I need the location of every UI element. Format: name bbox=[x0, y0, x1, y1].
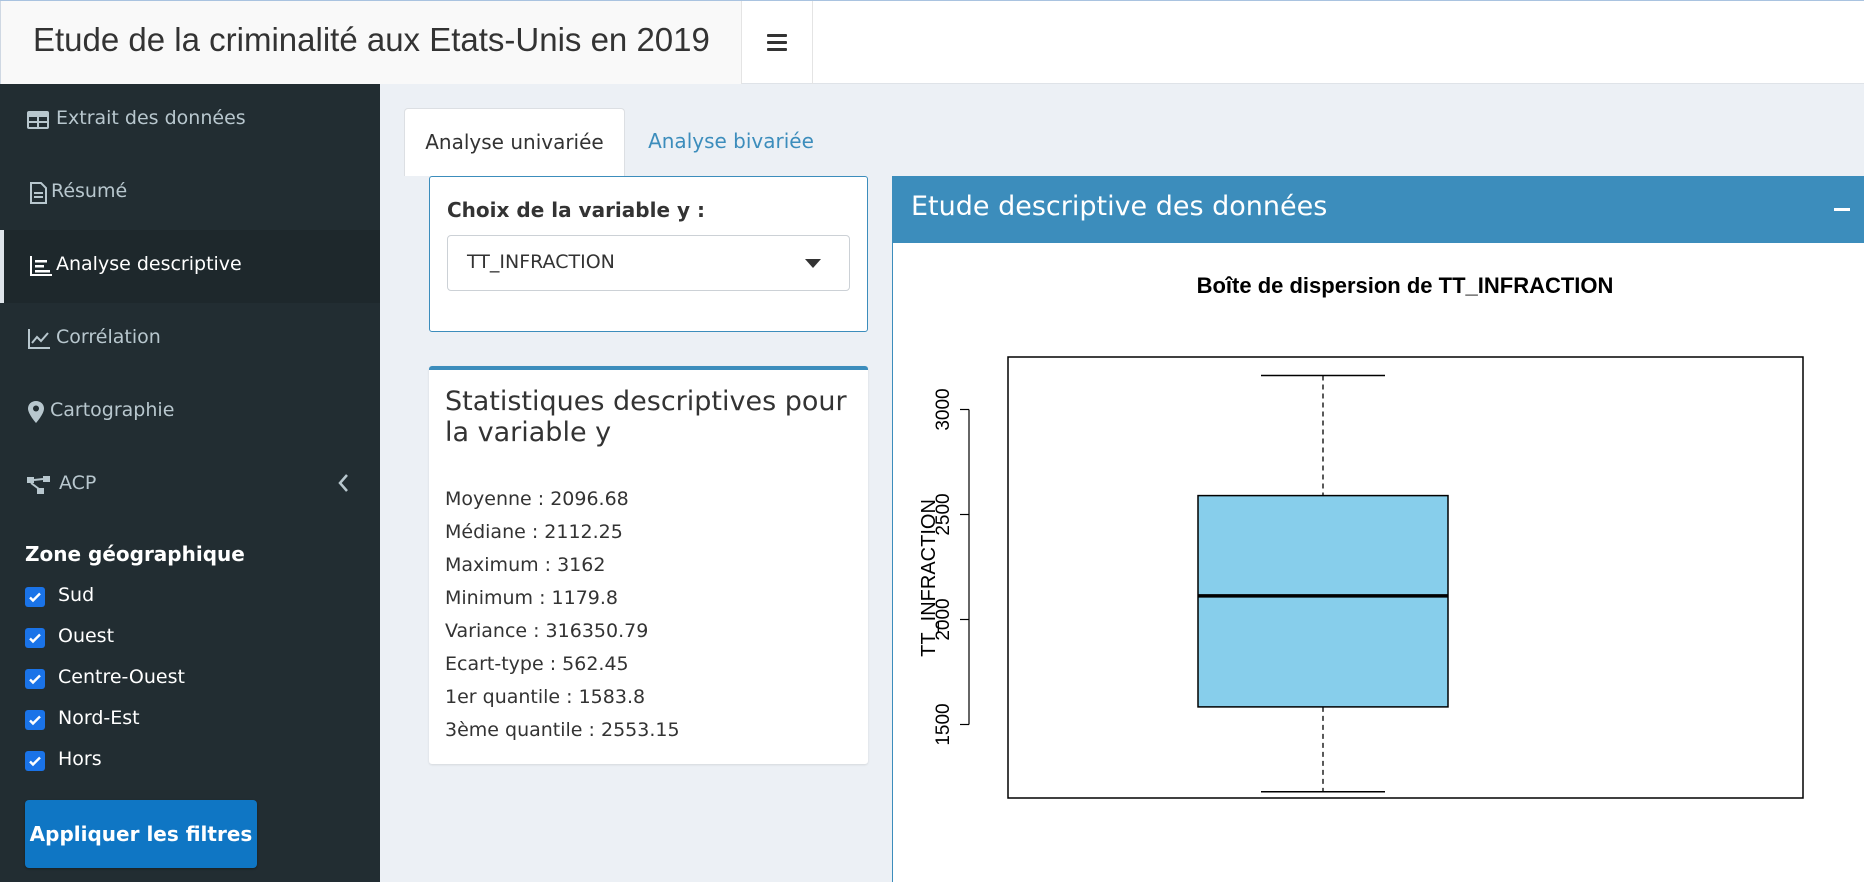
chevron-left-icon[interactable] bbox=[336, 471, 350, 495]
descriptive-box-header: Etude descriptive des données bbox=[893, 176, 1864, 243]
stats-title: Statistiques descriptives pour la variab… bbox=[445, 386, 847, 448]
sidebar-item-label: ACP bbox=[59, 472, 97, 494]
collapse-minus-icon[interactable] bbox=[1834, 208, 1850, 211]
tab-analyse-univariee[interactable]: Analyse univariée bbox=[404, 108, 625, 176]
sitemap-icon bbox=[27, 476, 50, 494]
sidebar-item-label: Corrélation bbox=[56, 326, 161, 348]
stat-line: Moyenne : 2096.68 bbox=[445, 488, 629, 510]
apply-filters-button[interactable]: Appliquer les filtres bbox=[25, 800, 257, 868]
hamburger-icon bbox=[767, 34, 787, 51]
sidebar-item-acp[interactable]: ACP bbox=[0, 449, 380, 522]
checkbox-label: Nord-Est bbox=[58, 707, 140, 729]
tab-analyse-bivariee[interactable]: Analyse bivariée bbox=[626, 108, 836, 176]
descriptive-box-title: Etude descriptive des données bbox=[911, 191, 1328, 222]
sidebar: Extrait des données Résumé Analyse descr… bbox=[0, 84, 380, 882]
app-title-bar: Etude de la criminalité aux Etats-Unis e… bbox=[0, 1, 742, 84]
caret-down-icon bbox=[805, 259, 821, 268]
sidebar-item-label: Extrait des données bbox=[56, 107, 246, 129]
y-tick-label: 3000 bbox=[933, 388, 954, 430]
checkbox-checked-icon[interactable] bbox=[25, 710, 45, 730]
variable-select-box: Choix de la variable y : TT_INFRACTION bbox=[429, 176, 868, 332]
stat-line: Variance : 316350.79 bbox=[445, 620, 649, 642]
sidebar-item-label: Cartographie bbox=[50, 399, 175, 421]
tab-label: Analyse bivariée bbox=[648, 129, 814, 153]
box-marks bbox=[1197, 374, 1449, 793]
stat-line: Minimum : 1179.8 bbox=[445, 587, 619, 609]
checkbox-label: Hors bbox=[58, 748, 102, 770]
sidebar-item-extrait[interactable]: Extrait des données bbox=[0, 84, 380, 157]
checkbox-checked-icon[interactable] bbox=[25, 628, 45, 648]
sidebar-item-resume[interactable]: Résumé bbox=[0, 157, 380, 230]
line-chart-icon bbox=[28, 329, 50, 349]
app-title: Etude de la criminalité aux Etats-Unis e… bbox=[33, 21, 710, 58]
sidebar-toggle-button[interactable] bbox=[742, 1, 813, 84]
stat-line: 3ème quantile : 2553.15 bbox=[445, 719, 680, 741]
y-tick-label: 2000 bbox=[933, 598, 954, 640]
y-tick-label: 1500 bbox=[933, 703, 954, 745]
stat-line: Maximum : 3162 bbox=[445, 554, 606, 576]
sidebar-item-label: Résumé bbox=[51, 180, 128, 202]
sidebar-item-analyse-descriptive[interactable]: Analyse descriptive bbox=[0, 230, 380, 303]
sidebar-item-cartographie[interactable]: Cartographie bbox=[0, 376, 380, 449]
stat-line: Ecart-type : 562.45 bbox=[445, 653, 629, 675]
chart-title: Boîte de dispersion de TT_INFRACTION bbox=[1197, 273, 1614, 298]
bar-chart-icon bbox=[30, 256, 52, 276]
stat-line: 1er quantile : 1583.8 bbox=[445, 686, 646, 708]
variable-select-dropdown[interactable]: TT_INFRACTION bbox=[447, 235, 850, 291]
stat-line: Médiane : 2112.25 bbox=[445, 521, 623, 543]
descriptive-box: Etude descriptive des données Boîte de d… bbox=[892, 176, 1864, 882]
checkbox-checked-icon[interactable] bbox=[25, 751, 45, 771]
checkbox-checked-icon[interactable] bbox=[25, 587, 45, 607]
box-iqr bbox=[1197, 494, 1449, 708]
table-icon bbox=[27, 111, 49, 129]
variable-select-label: Choix de la variable y : bbox=[447, 198, 705, 222]
map-marker-icon bbox=[28, 401, 44, 423]
zone-filter-title: Zone géographique bbox=[25, 542, 245, 566]
selected-value: TT_INFRACTION bbox=[467, 251, 615, 273]
top-header: Etude de la criminalité aux Etats-Unis e… bbox=[0, 0, 1864, 84]
sidebar-item-label: Analyse descriptive bbox=[56, 253, 242, 275]
sidebar-item-correlation[interactable]: Corrélation bbox=[0, 303, 380, 376]
boxplot-chart: Boîte de dispersion de TT_INFRACTION TT_… bbox=[918, 273, 1804, 799]
checkbox-label: Ouest bbox=[58, 625, 115, 647]
file-icon bbox=[30, 182, 47, 204]
checkbox-checked-icon[interactable] bbox=[25, 669, 45, 689]
stats-box: Statistiques descriptives pour la variab… bbox=[429, 366, 868, 764]
checkbox-label: Centre-Ouest bbox=[58, 666, 185, 688]
tab-label: Analyse univariée bbox=[425, 130, 604, 154]
checkbox-label: Sud bbox=[58, 584, 95, 606]
y-tick-label: 2500 bbox=[933, 493, 954, 535]
